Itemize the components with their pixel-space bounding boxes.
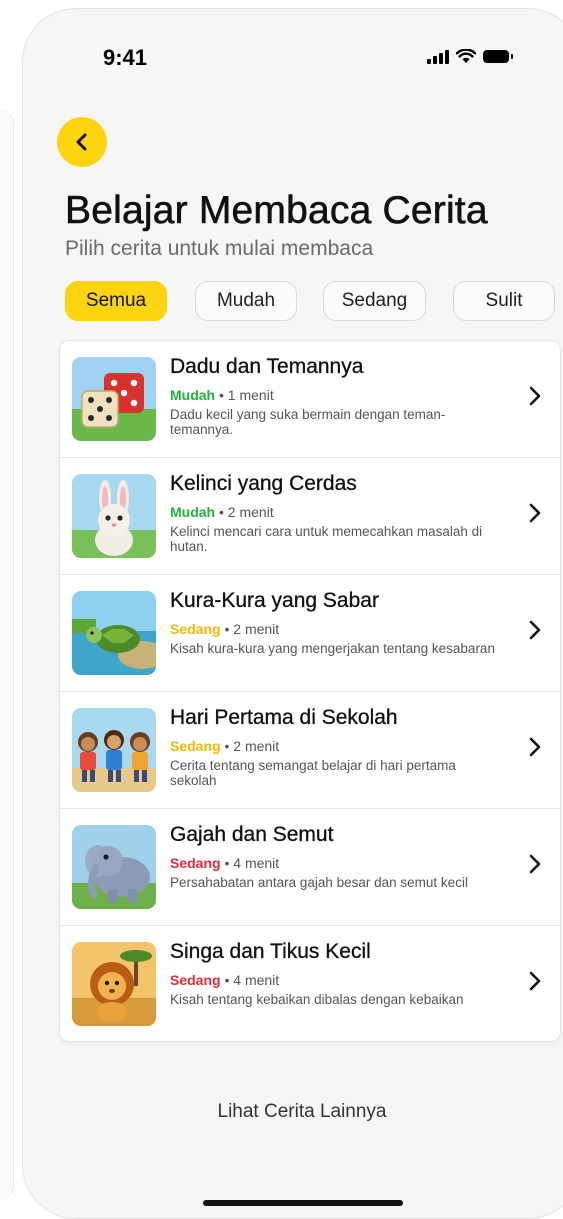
story-list: Dadu dan Temannya Mudah • 1 menit Dadu k… [59, 340, 561, 1042]
story-level: Mudah [170, 504, 216, 520]
meta-separator: • [219, 504, 224, 520]
status-time: 9:41 [103, 45, 148, 70]
wifi-icon [456, 49, 476, 63]
filter-chip-semua[interactable]: Semua [65, 281, 167, 321]
story-thumbnail-lion [72, 942, 156, 1026]
story-item[interactable]: Kura-Kura yang Sabar Sedang • 2 menit Ki… [60, 575, 560, 692]
story-thumbnail-elephant [72, 825, 156, 909]
chevron-right-icon [529, 386, 541, 406]
signal-icon [427, 49, 449, 64]
meta-separator: • [219, 387, 224, 403]
story-thumbnail-rabbit [72, 474, 156, 558]
story-level: Sedang [170, 621, 221, 637]
story-duration: 4 menit [233, 855, 280, 871]
filter-tabs: Semua Mudah Sedang Sulit [65, 281, 563, 323]
story-thumbnail-turtle [72, 591, 156, 675]
chevron-right-icon [529, 854, 541, 874]
story-level: Sedang [170, 855, 221, 871]
meta-separator: • [224, 855, 230, 871]
story-item[interactable]: Hari Pertama di Sekolah Sedang • 2 menit… [60, 692, 560, 809]
chevron-right-icon [529, 737, 541, 757]
page-title: Belajar Membaca Cerita [65, 189, 488, 233]
story-duration: 2 menit [227, 504, 274, 520]
story-thumbnail-dice [72, 357, 156, 441]
story-item[interactable]: Gajah dan Semut Sedang • 4 menit Persaha… [60, 809, 560, 926]
story-level: Sedang [170, 972, 221, 988]
story-duration: 2 menit [233, 621, 280, 637]
story-item[interactable]: Singa dan Tikus Kecil Sedang • 4 menit K… [60, 926, 560, 1041]
story-meta: Sedang • 4 menit [170, 972, 279, 988]
meta-separator: • [224, 972, 230, 988]
status-icons [427, 49, 513, 64]
story-description: Cerita tentang semangat belajar di hari … [170, 758, 456, 788]
story-thumbnail-kids [72, 708, 156, 792]
battery-icon [483, 50, 513, 63]
page-subtitle: Pilih cerita untuk mulai membaca [65, 237, 374, 260]
chevron-right-icon [529, 971, 541, 991]
chevron-left-icon [76, 133, 87, 151]
story-title: Hari Pertama di Sekolah [170, 706, 398, 729]
story-description: Dadu kecil yang suka bermain dengan tema… [170, 407, 446, 437]
filter-chip-sedang[interactable]: Sedang [323, 281, 426, 321]
filter-chip-mudah[interactable]: Mudah [195, 281, 297, 321]
story-item[interactable]: Dadu dan Temannya Mudah • 1 menit Dadu k… [60, 341, 560, 458]
story-title: Kelinci yang Cerdas [170, 472, 357, 495]
story-duration: 4 menit [233, 972, 280, 988]
meta-separator: • [224, 738, 230, 754]
story-meta: Sedang • 4 menit [170, 855, 279, 871]
story-description: Kisah kura-kura yang mengerjakan tentang… [170, 641, 495, 656]
status-bar: 9:41 [23, 9, 563, 99]
story-title: Dadu dan Temannya [170, 355, 364, 378]
story-meta: Mudah • 1 menit [170, 387, 274, 403]
background-panel [0, 110, 14, 1200]
story-meta: Sedang • 2 menit [170, 738, 279, 754]
chevron-right-icon [529, 503, 541, 523]
story-duration: 2 menit [233, 738, 280, 754]
story-duration: 1 menit [227, 387, 274, 403]
meta-separator: • [224, 621, 230, 637]
filter-chip-sulit[interactable]: Sulit [453, 281, 555, 321]
back-button[interactable] [57, 117, 107, 167]
story-title: Singa dan Tikus Kecil [170, 940, 371, 963]
story-description: Kisah tentang kebaikan dibalas dengan ke… [170, 992, 464, 1007]
phone-screen: 9:41 Belajar Membaca Cerita Pilih cerita… [22, 8, 563, 1219]
story-description: Persahabatan antara gajah besar dan semu… [170, 875, 468, 890]
story-meta: Sedang • 2 menit [170, 621, 279, 637]
story-description: Kelinci mencari cara untuk memecahkan ma… [170, 524, 483, 554]
story-title: Kura-Kura yang Sabar [170, 589, 379, 612]
story-item[interactable]: Kelinci yang Cerdas Mudah • 2 menit Keli… [60, 458, 560, 575]
home-indicator [203, 1200, 403, 1206]
story-meta: Mudah • 2 menit [170, 504, 274, 520]
story-level: Mudah [170, 387, 216, 403]
story-level: Sedang [170, 738, 221, 754]
more-stories-link[interactable]: Lihat Cerita Lainnya [23, 1101, 563, 1123]
chevron-right-icon [529, 620, 541, 640]
story-title: Gajah dan Semut [170, 823, 334, 846]
